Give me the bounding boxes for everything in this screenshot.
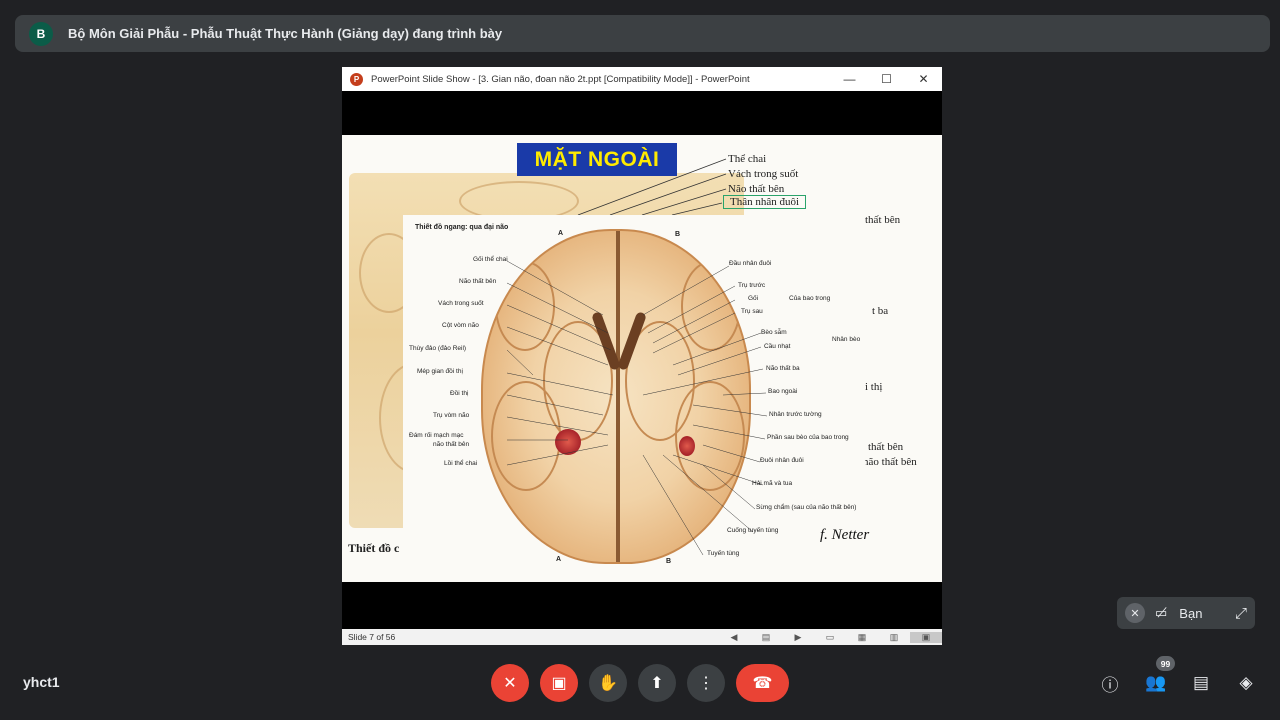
netter-signature: f. Netter <box>820 527 870 543</box>
fig-label-mep-gian-doi-thi: Mép gian đồi thị <box>417 368 463 375</box>
participants-badge: 99 <box>1156 656 1175 671</box>
ppt-window-title: PowerPoint Slide Show - [3. Gian não, đo… <box>371 73 750 85</box>
expand-icon[interactable]: ⤢ <box>1235 605 1247 622</box>
leave-call-button[interactable]: ☎ <box>736 664 789 702</box>
fig-label-goi: Gối <box>748 295 759 302</box>
hand-icon: ✋ <box>598 675 618 692</box>
fig-label-cot-vom-nao: Cột vòm não <box>442 322 479 329</box>
fig-label-goi-the-chai: Gối thể chai <box>473 256 508 263</box>
fig-label-nao-that-ben-2: não thất bên <box>433 441 470 448</box>
ppt-status-bar: Slide 7 of 56 ◀ ▤ ▶ ▭ ▦ ▥ ▣ <box>342 629 942 645</box>
present-screen-button[interactable]: ⬆ <box>638 664 676 702</box>
meeting-info-icon[interactable]: ⓘ <box>1097 670 1123 696</box>
chat-icon[interactable]: ▤ <box>1188 670 1214 696</box>
minimize-button[interactable]: — <box>831 67 868 91</box>
fig-label-vach-trong-suot: Vách trong suốt <box>438 300 484 307</box>
self-view-tile[interactable]: ✕ ▭̸ Bạn ⤢ <box>1117 597 1255 629</box>
fig-label-nao-that-ba: Não thất ba <box>766 365 800 372</box>
self-name: Bạn <box>1179 605 1203 621</box>
fig-label-thuy-dao: Thùy đảo (đảo Reil) <box>409 345 467 352</box>
maximize-button[interactable]: ☐ <box>868 67 905 91</box>
present-icon: ⬆ <box>650 675 664 692</box>
meeting-code: yhct1 <box>23 674 60 690</box>
hang-up-icon: ☎ <box>752 675 773 692</box>
fig-label-beo-sam: Bèo sẫm <box>761 329 787 336</box>
brain-section-figure: Thiết đồ ngang: qua đại não A B A B Gối … <box>403 215 865 570</box>
shared-screen: P PowerPoint Slide Show - [3. Gian não, … <box>342 67 942 645</box>
fig-label-tru-sau: Trụ sau <box>741 308 763 315</box>
camera-toggle-button[interactable]: ▣ <box>540 664 578 702</box>
fig-label-dau-nhan-duoi: Đầu nhân đuôi <box>729 260 772 267</box>
people-icon[interactable]: 👥 <box>1143 670 1169 696</box>
ppt-titlebar: P PowerPoint Slide Show - [3. Gian não, … <box>342 67 942 91</box>
camera-off-icon: ▭̸ <box>1155 605 1168 620</box>
slide-menu-icon[interactable]: ▤ <box>750 632 782 643</box>
powerpoint-icon: P <box>350 72 363 86</box>
close-button[interactable]: ✕ <box>905 67 942 91</box>
fig-label-nao-that-ben: Não thất bên <box>459 278 497 285</box>
previous-slide-icon[interactable]: ◀ <box>718 632 750 643</box>
mic-off-icon: ✕ <box>1125 603 1145 623</box>
slide-sorter-icon[interactable]: ▦ <box>846 632 878 643</box>
presenter-banner-text: Bộ Môn Giải Phẫu - Phẫu Thuật Thực Hành … <box>68 26 503 41</box>
fig-label-tru-vom-nao: Trụ vòm não <box>433 412 470 419</box>
fig-label-cua-bao-trong: Của bao trong <box>789 295 831 302</box>
presenter-banner: B Bộ Môn Giải Phẫu - Phẫu Thuật Thực Hàn… <box>15 15 1270 52</box>
raise-hand-button[interactable]: ✋ <box>589 664 627 702</box>
normal-view-icon[interactable]: ▭ <box>814 632 846 643</box>
fig-label-doi-thi: Đồi thị <box>450 390 469 397</box>
fig-label-sung-cham: Sừng chẩm (sau của não thất bên) <box>756 504 857 511</box>
fig-label-hai-ma-va-tua: Hải mã và tua <box>752 480 793 487</box>
camera-off-icon: ▣ <box>551 675 567 692</box>
fig-label-tru-truoc: Trụ trước <box>738 282 766 289</box>
activities-icon[interactable]: ◈ <box>1233 670 1259 696</box>
presenter-avatar: B <box>29 21 53 46</box>
mic-toggle-button[interactable]: ✕ <box>491 664 529 702</box>
reading-view-icon[interactable]: ▥ <box>878 632 910 643</box>
slideshow-view-icon[interactable]: ▣ <box>910 631 942 643</box>
next-slide-icon[interactable]: ▶ <box>782 632 814 643</box>
fig-label-phan-sau-beo: Phần sau bèo của bao trong <box>767 434 849 441</box>
mic-off-icon: ✕ <box>503 675 517 692</box>
fig-label-cau-nhat: Cầu nhạt <box>764 343 791 350</box>
fig-label-nhan-beo: Nhân bèo <box>832 336 861 343</box>
fig-label-cuong-tuyen-tung: Cuống tuyến tùng <box>727 527 779 534</box>
slide-counter: Slide 7 of 56 <box>348 632 396 642</box>
fig-label-tuyen-tung: Tuyến tùng <box>707 550 740 557</box>
fig-label-bao-ngoai: Bao ngoài <box>768 388 798 395</box>
slide: Thiết đồ c MẶT NGOÀI Thể chai Vách trong… <box>342 135 942 582</box>
fig-label-dam-roi-mach-mac: Đám rối mạch mạc <box>409 432 464 439</box>
fig-label-loi-the-chai: Lồi thể chai <box>444 460 478 467</box>
fig-label-duoi-nhan-duoi: Đuôi nhân đuôi <box>760 457 804 464</box>
more-vert-icon: ⋮ <box>698 675 714 692</box>
fig-label-nhan-truoc-tuong: Nhân trước tường <box>769 411 822 418</box>
more-options-button[interactable]: ⋮ <box>687 664 725 702</box>
